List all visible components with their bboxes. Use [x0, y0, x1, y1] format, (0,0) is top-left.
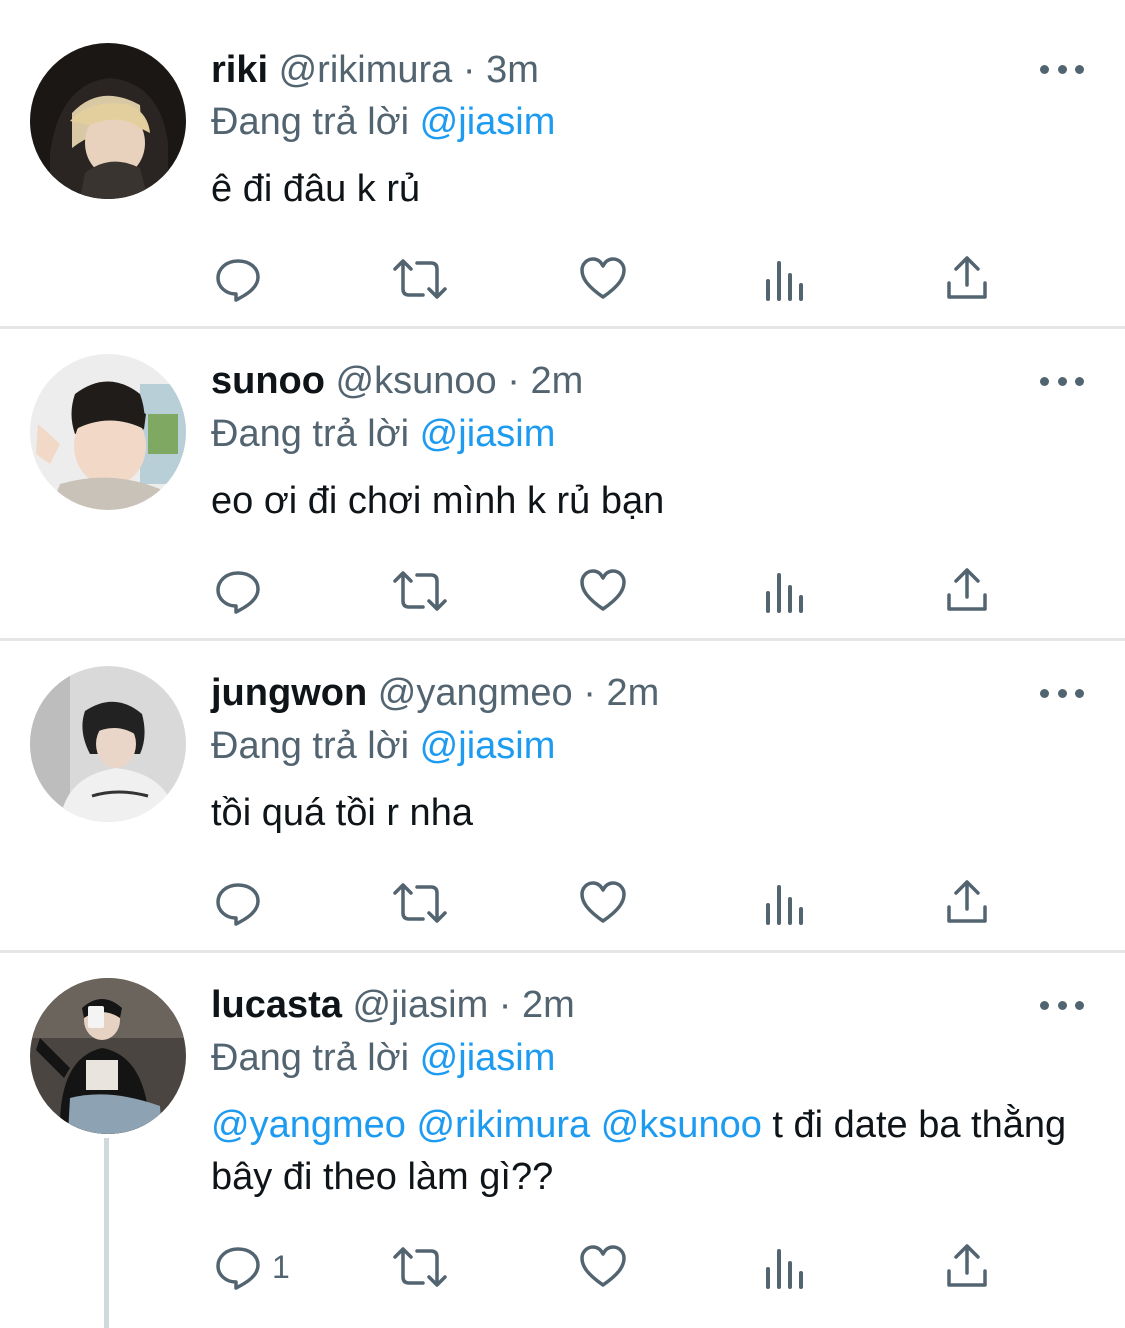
reply-button[interactable]: 1 [214, 1242, 290, 1292]
action-bar: 1 [211, 1242, 1011, 1292]
share-button[interactable] [945, 1242, 989, 1292]
reply-feed: riki @rikimura · 3m Đang trả lời @jiasim… [0, 0, 1125, 1328]
tweet-header: lucasta @jiasim · 2m [211, 974, 575, 1036]
mention-link[interactable]: @rikimura [416, 1104, 590, 1146]
replying-mention[interactable]: @jiasim [420, 1037, 556, 1079]
display-name[interactable]: lucasta [211, 984, 342, 1026]
retweet-button[interactable] [391, 1242, 449, 1292]
reply-icon [216, 1247, 260, 1290]
tweet-text: @yangmeo @rikimura @ksunoo t đi date ba … [211, 1099, 1091, 1203]
mention-link[interactable]: @yangmeo [211, 1104, 406, 1146]
analytics-icon [766, 1249, 803, 1289]
avatar[interactable] [30, 978, 186, 1134]
username[interactable]: @jiasim [353, 984, 489, 1026]
reply-count: 1 [272, 1248, 290, 1285]
mention-link[interactable]: @ksunoo [601, 1104, 762, 1146]
replying-prefix: Đang trả lời [211, 1037, 410, 1079]
like-button[interactable] [579, 1242, 627, 1292]
thread-connector-line [104, 1138, 109, 1328]
more-icon[interactable] [1040, 995, 1084, 1015]
retweet-icon [393, 1247, 447, 1287]
heart-icon [580, 1245, 626, 1287]
share-icon [947, 1244, 987, 1287]
analytics-button[interactable] [764, 1242, 808, 1292]
replying-to: Đang trả lời @jiasim [211, 1032, 555, 1084]
tweet-lucasta[interactable]: lucasta @jiasim · 2m Đang trả lời @jiasi… [0, 0, 1125, 1328]
timestamp[interactable]: 2m [522, 984, 575, 1026]
separator-dot: · [498, 984, 512, 1026]
